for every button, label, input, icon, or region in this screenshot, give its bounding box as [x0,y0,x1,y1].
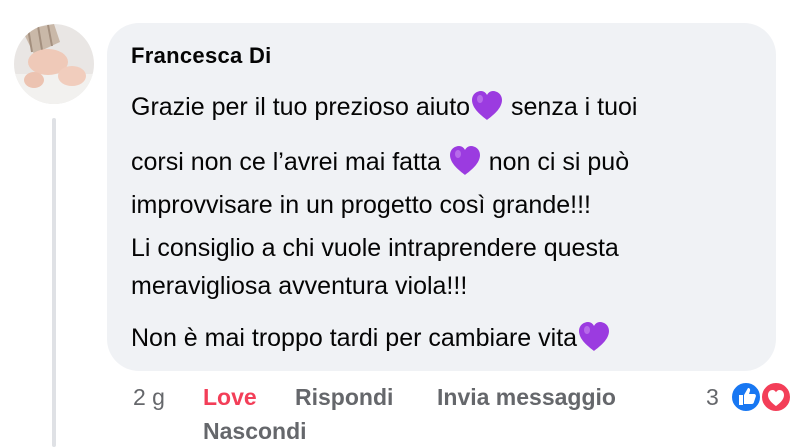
reaction-count[interactable]: 3 [706,384,719,411]
reply-button[interactable]: Rispondi [295,384,393,411]
comment-text: corsi non ce l’avrei mai fatta [131,148,448,176]
purple-heart-icon [472,91,503,120]
comment-line-5: meravigliosa avventura viola!!! [131,270,467,302]
comment-text: meravigliosa avventura viola!!! [131,272,468,300]
comment-author[interactable]: Francesca Di [131,43,272,69]
comment-actions: 2 g Love Rispondi Invia messaggio Nascon… [0,380,796,447]
comment-text: Grazie per il tuo prezioso aiuto [131,93,471,121]
love-reaction-button[interactable]: Love [203,384,257,411]
comment-text: Li consiglio a chi vuole intraprendere q… [131,234,619,262]
send-message-button[interactable]: Invia messaggio [437,384,616,411]
avatar-image [14,24,94,104]
comment-text: Non è mai troppo tardi per cambiare vita [131,324,578,352]
timestamp-link[interactable]: 2 g [133,384,165,411]
comment-line-3: improvvisare in un progetto così grande!… [131,189,591,221]
comment-text: non ci si può [481,148,630,176]
comment-bubble: Francesca Di Grazie per il tuo prezioso … [107,23,776,371]
like-icon [730,381,762,413]
comment-line-2: corsi non ce l’avrei mai fatta non ci si… [131,145,629,178]
purple-heart-icon [449,146,480,175]
hide-button[interactable]: Nascondi [203,418,307,445]
love-icon [760,381,792,413]
comment-text: improvvisare in un progetto così grande!… [131,191,591,219]
comment-line-1: Grazie per il tuo prezioso aiuto senza i… [131,90,637,123]
comment-line-6: Non è mai troppo tardi per cambiare vita [131,321,611,354]
comment-text: senza i tuoi [504,93,638,121]
reaction-icons[interactable] [729,380,795,414]
avatar[interactable] [14,24,94,104]
purple-heart-icon [579,322,610,351]
comment-line-4: Li consiglio a chi vuole intraprendere q… [131,232,619,264]
